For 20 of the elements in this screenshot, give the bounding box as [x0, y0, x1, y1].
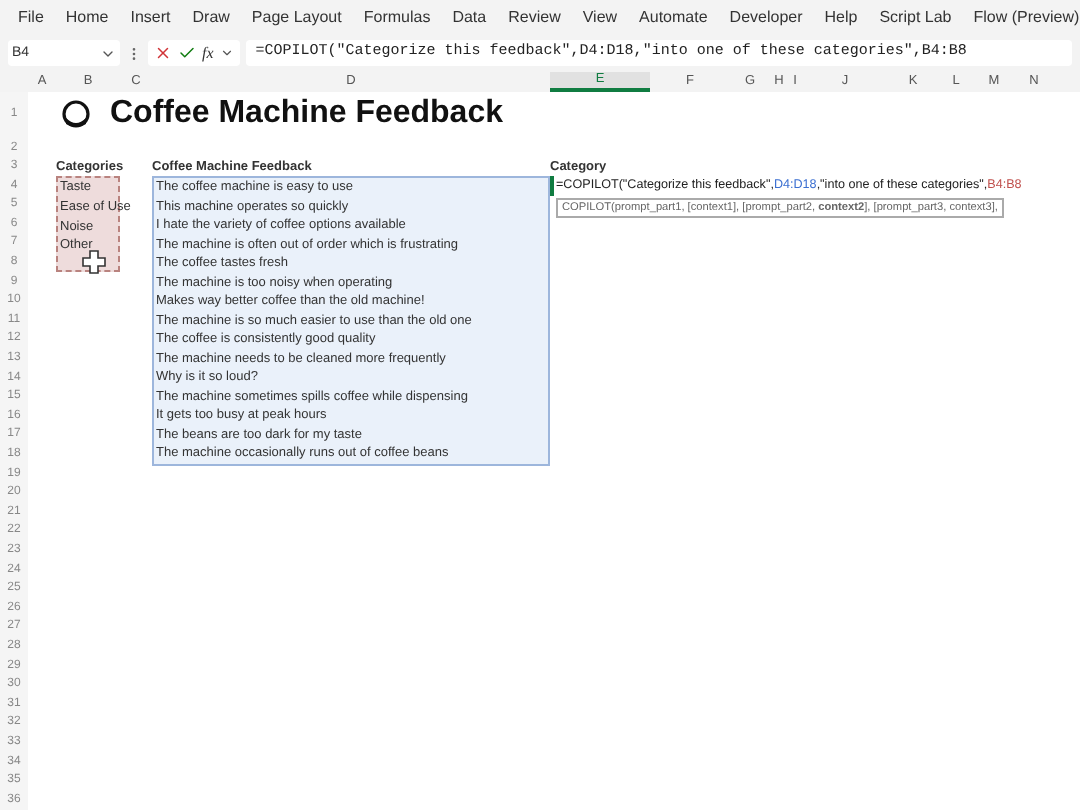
menu-tab[interactable]: Help: [824, 6, 858, 31]
menu-tab[interactable]: Data: [452, 6, 487, 31]
menu-tab[interactable]: Insert: [130, 6, 171, 31]
menu-tab[interactable]: Automate: [639, 6, 708, 31]
menu-tab[interactable]: File: [18, 6, 44, 31]
menu-tab[interactable]: Review: [508, 6, 561, 31]
enter-icon[interactable]: [178, 44, 196, 63]
chevron-down-icon[interactable]: [219, 46, 234, 61]
cross-cursor-icon: [82, 250, 106, 275]
sheet-title: Coffee Machine Feedback: [110, 94, 503, 135]
cancel-icon[interactable]: [154, 44, 172, 63]
menu-tab[interactable]: Script Lab: [879, 6, 952, 31]
menu-tab[interactable]: View: [582, 6, 618, 31]
insert-function-button[interactable]: fx: [202, 41, 214, 66]
menu-tab[interactable]: Page Layout: [251, 6, 342, 31]
menu-tab[interactable]: Developer: [729, 6, 803, 31]
menu-tab[interactable]: Home: [65, 6, 109, 31]
menu-tab[interactable]: Formulas: [363, 6, 431, 31]
menu-tab[interactable]: Flow (Preview): [973, 6, 1080, 31]
menu-tab[interactable]: Draw: [192, 6, 230, 31]
